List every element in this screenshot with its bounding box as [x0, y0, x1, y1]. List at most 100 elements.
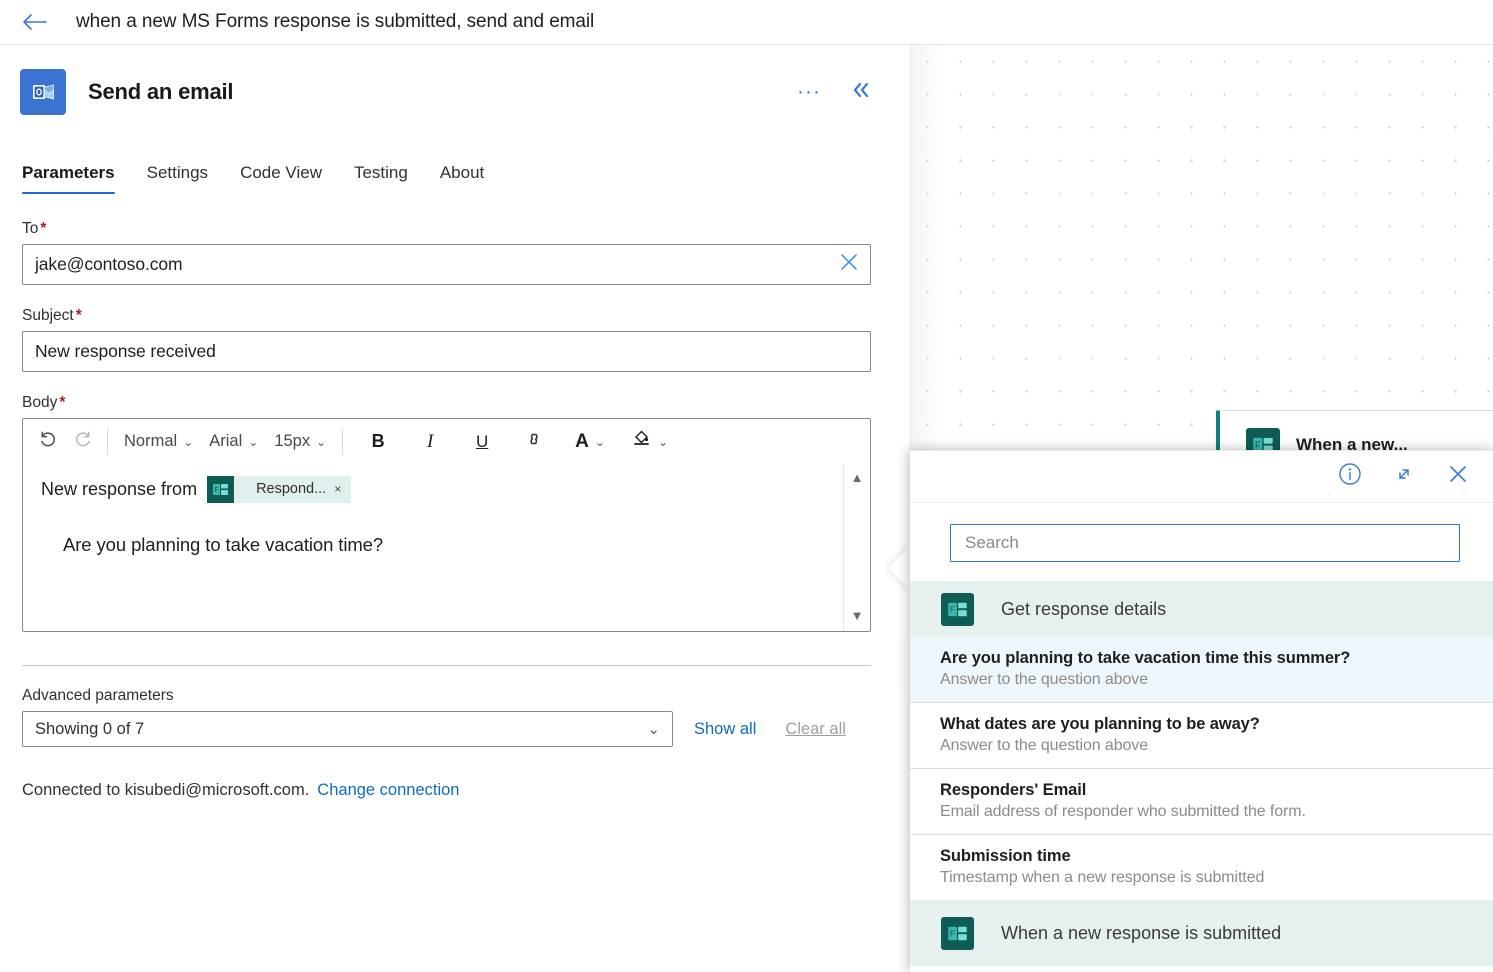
svg-text:F: F	[950, 604, 955, 614]
undo-button[interactable]	[31, 425, 65, 459]
tab-parameters-label: Parameters	[22, 163, 115, 182]
dynamic-content-flyout: F Get response details Are you planning …	[910, 450, 1493, 972]
font-color-dropdown[interactable]: A ⌄	[567, 425, 613, 459]
info-button[interactable]	[1337, 461, 1363, 492]
page-title: Send an email	[88, 79, 234, 104]
collapse-panel-button[interactable]	[844, 75, 878, 109]
chevron-down-icon: ⌄	[248, 434, 259, 449]
dynamic-content-token[interactable]: F Respond... ×	[207, 475, 352, 503]
undo-icon	[38, 429, 59, 455]
advanced-parameters-dropdown[interactable]: Showing 0 of 7 ⌄	[22, 711, 673, 747]
list-item[interactable]: Responders' Email Email address of respo…	[910, 769, 1493, 835]
chevron-down-icon: ⌄	[183, 434, 194, 449]
redo-button[interactable]	[65, 425, 99, 459]
parameters-form: To * jake@contoso.com Subject * New respon…	[0, 220, 910, 632]
dc-item-title: Are you planning to take vacation time t…	[940, 649, 1351, 667]
dc-item-subtitle: Timestamp when a new response is submitt…	[940, 869, 1265, 886]
connection-text: Connected to kisubedi@microsoft.com.	[22, 781, 310, 799]
dc-group-label: When a new response is submitted	[1001, 922, 1282, 943]
tab-code-view[interactable]: Code View	[224, 163, 338, 194]
dc-group-label: Get response details	[1001, 598, 1167, 619]
tab-parameters[interactable]: Parameters	[22, 163, 131, 194]
highlight-color-dropdown[interactable]: ⌄	[623, 425, 676, 459]
dc-item-title: Submission time	[940, 847, 1071, 865]
flyout-pointer	[888, 545, 911, 591]
body-line-1-text: New response from	[41, 478, 198, 499]
dc-item-subtitle: Answer to the question above	[940, 737, 1149, 754]
ms-forms-icon: F	[941, 916, 974, 950]
body-label-text: Body	[22, 394, 58, 411]
bold-button[interactable]: B	[361, 425, 395, 459]
tab-testing[interactable]: Testing	[338, 163, 424, 194]
search-container	[910, 503, 1493, 562]
paragraph-style-dropdown[interactable]: Normal ⌄	[116, 425, 201, 459]
to-input-value: jake@contoso.com	[35, 254, 183, 274]
dc-group-get-response-details[interactable]: F Get response details	[910, 581, 1493, 637]
body-paragraph: Are you planning to take vacation time?	[63, 534, 384, 555]
subject-input-value: New response received	[35, 341, 216, 361]
show-all-button[interactable]: Show all	[694, 720, 756, 739]
dc-item-subtitle: Answer to the question above	[940, 671, 1149, 688]
back-button[interactable]	[12, 0, 56, 44]
list-item[interactable]: Submission time Timestamp when a new res…	[910, 835, 1493, 900]
underline-button[interactable]: U	[465, 425, 499, 459]
body-field-label: Body *	[22, 394, 888, 412]
expand-diagonal-icon	[1391, 461, 1417, 492]
to-label-text: To	[22, 220, 39, 237]
list-item[interactable]: What dates are you planning to be away? …	[910, 703, 1493, 769]
double-chevron-left-icon	[850, 81, 872, 104]
italic-button[interactable]: I	[413, 425, 447, 459]
chevron-down-icon: ⌄	[316, 434, 327, 449]
info-circle-icon	[1337, 461, 1363, 492]
token-remove-button[interactable]: ×	[334, 482, 351, 496]
close-x-icon	[838, 251, 860, 278]
dc-item-title: What dates are you planning to be away?	[940, 715, 1260, 733]
to-input[interactable]: jake@contoso.com	[22, 244, 871, 285]
tab-settings[interactable]: Settings	[131, 163, 224, 194]
subject-required-asterisk: *	[75, 307, 82, 324]
to-required-asterisk: *	[40, 220, 47, 237]
font-family-dropdown[interactable]: Arial ⌄	[201, 425, 266, 459]
scroll-up-arrow-icon[interactable]: ▲	[851, 470, 864, 485]
tab-testing-label: Testing	[353, 163, 408, 182]
toolbar-divider-2	[342, 428, 344, 455]
redo-icon	[72, 429, 93, 455]
search-box[interactable]	[950, 524, 1460, 562]
italic-icon: I	[427, 430, 434, 452]
action-header: Send an email ···	[0, 45, 910, 119]
flow-title: when a new MS Forms response is submitte…	[76, 11, 595, 32]
dynamic-content-list: F Get response details Are you planning …	[910, 581, 1493, 966]
insert-link-button[interactable]	[517, 425, 551, 459]
dc-item-subtitle: Email address of responder who submitted…	[940, 803, 1306, 820]
connection-status: Connected to kisubedi@microsoft.com. Chan…	[0, 781, 910, 800]
search-input[interactable]	[963, 532, 1447, 554]
change-connection-link[interactable]: Change connection	[317, 781, 459, 799]
subject-field-label: Subject *	[22, 307, 888, 325]
font-size-dropdown[interactable]: 15px ⌄	[266, 425, 334, 459]
svg-text:F: F	[214, 487, 218, 494]
close-x-icon	[1445, 461, 1471, 492]
advanced-parameters-value: Showing 0 of 7	[35, 719, 145, 738]
more-options-button[interactable]: ···	[792, 75, 826, 109]
top-bar: when a new MS Forms response is submitte…	[0, 0, 1493, 45]
dc-group-when-a-new-response-is-submitted[interactable]: F When a new response is submitted	[910, 900, 1493, 966]
scroll-down-arrow-icon[interactable]: ▼	[851, 608, 864, 623]
to-clear-button[interactable]	[828, 245, 870, 284]
tab-settings-label: Settings	[146, 163, 209, 182]
ms-forms-icon: F	[207, 475, 235, 503]
font-size-value: 15px	[274, 432, 311, 450]
expand-button[interactable]	[1391, 461, 1417, 492]
list-item[interactable]: Are you planning to take vacation time t…	[910, 637, 1493, 703]
body-scrollbar[interactable]: ▲ ▼	[843, 464, 870, 631]
tab-about[interactable]: About	[424, 163, 500, 194]
body-editor-content[interactable]: New response from F Respond... × Are you…	[23, 464, 870, 631]
link-icon	[522, 430, 546, 453]
highlight-fill-icon	[631, 428, 652, 455]
body-rich-text-editor: Normal ⌄ Arial ⌄ 15px ⌄ B I U A ⌄ ⌄ New …	[22, 418, 871, 632]
subject-input[interactable]: New response received	[22, 331, 871, 372]
svg-text:F: F	[950, 928, 955, 938]
chevron-down-icon: ⌄	[657, 434, 669, 449]
close-flyout-button[interactable]	[1445, 461, 1471, 492]
